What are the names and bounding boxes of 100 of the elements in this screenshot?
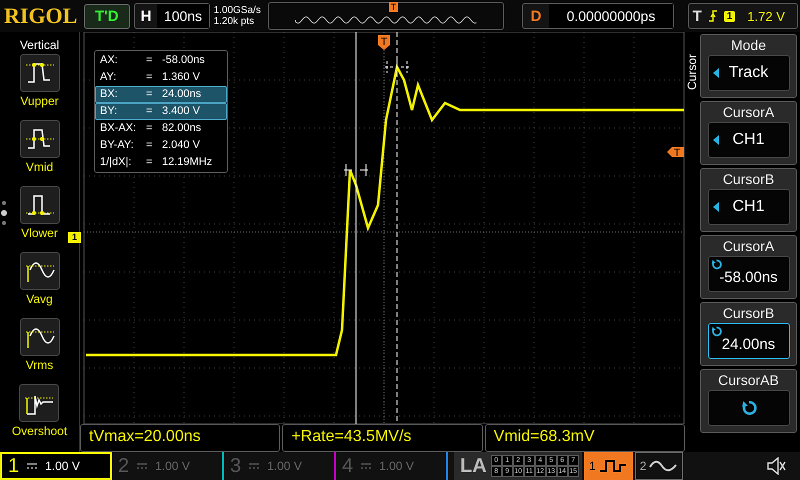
softkey-label: CursorB [722, 170, 774, 189]
rotate-icon [710, 326, 722, 337]
trigger-level-marker: T [667, 147, 684, 159]
source-tab[interactable]: 2 [634, 452, 684, 480]
timebase-value: 100ns [157, 4, 209, 28]
speaker-muted-icon[interactable] [766, 457, 786, 475]
softkey-panel[interactable]: CursorA CH1 [700, 101, 797, 165]
readout-equals: = [146, 121, 154, 136]
crosshair-icon [344, 164, 368, 176]
page-dots-icon [0, 200, 8, 226]
left-arrow-icon [712, 68, 718, 78]
readout-label: AX: [100, 53, 119, 68]
softkey-value-box[interactable]: 24.00ns [708, 323, 790, 359]
menu-title: Vertical [20, 38, 60, 52]
readout-equals: = [146, 53, 154, 68]
softkey-value-box[interactable] [708, 390, 790, 426]
channel-number: 3 [230, 454, 242, 478]
trigger-level: 1.72 V [747, 8, 785, 24]
measure-label: Overshoot [12, 424, 68, 438]
source-number: 1 [589, 459, 596, 473]
readout-value: 3.400 V [162, 104, 201, 119]
readout-value: 12.19MHz [162, 155, 214, 170]
softkey-value-box[interactable]: CH1 [708, 189, 790, 225]
channel-scale: 1.00 V [267, 459, 302, 473]
readout-value: 82.00ns [162, 121, 202, 136]
readout-label: BY: [100, 104, 118, 119]
rotate-icon [740, 400, 756, 416]
channel-scale: 1.00 V [379, 459, 414, 473]
readout-value: 1.360 V [162, 70, 201, 85]
rising-edge-icon [708, 9, 718, 23]
readout-value: 24.00ns [162, 87, 202, 102]
square-wave-icon [598, 457, 628, 475]
channel-scale: 1.00 V [155, 459, 190, 473]
timebase-box[interactable]: H 100ns [134, 3, 210, 29]
readout-label: 1/|dX|: [100, 155, 132, 170]
run-status[interactable]: T'D [84, 4, 130, 28]
softkey-value-box[interactable]: -58.00ns [708, 256, 790, 292]
readout-equals: = [146, 155, 154, 170]
channel-marker: 1 [68, 232, 82, 243]
measure-label: Vrms [26, 358, 54, 372]
la-label: LA [460, 454, 487, 478]
readout-equals: = [146, 138, 154, 153]
brand-logo: RIGOL [4, 3, 78, 29]
channel-scale: 1.00 V [45, 459, 80, 473]
readout-value: -58.00ns [162, 53, 206, 68]
softkey-panel[interactable]: CursorA -58.00ns [700, 235, 797, 299]
measure-icon[interactable] [20, 318, 60, 356]
dc-coupling-icon [249, 463, 260, 469]
left-arrow-icon [712, 135, 718, 145]
softkey-value-box[interactable]: CH1 [708, 122, 790, 158]
left-arrow-icon [712, 202, 718, 212]
measurement-value: Vmid=68.3mV [484, 424, 685, 452]
softkey-value: CH1 [732, 131, 764, 149]
trigger-box[interactable]: T 1 1.72 V [688, 3, 798, 29]
softkey-panel[interactable]: CursorAB [700, 369, 797, 433]
readout-label: BY-AY: [100, 138, 135, 153]
softkey-label: Mode [730, 36, 766, 55]
readout-label: BX-AX: [100, 121, 138, 136]
trigger-label: T [692, 8, 702, 24]
measure-label: Vupper [20, 94, 59, 108]
trigger-source: 1 [724, 10, 736, 22]
measure-icon[interactable] [20, 252, 60, 290]
readout-value: 2.040 V [162, 138, 201, 153]
dc-coupling-icon [361, 463, 372, 469]
sample-rate: 1.00GSa/s [214, 5, 262, 16]
measure-icon[interactable] [20, 54, 60, 92]
measure-icon[interactable] [20, 120, 60, 158]
readout-label: BX: [100, 87, 119, 102]
trigger-position-marker: T [388, 2, 398, 12]
delay-box[interactable]: D 0.00000000ps [522, 3, 674, 29]
delay-label: D [530, 8, 542, 24]
memory-depth: 1.20k pts [214, 16, 256, 27]
measurement-value: tVmax=20.00ns [80, 424, 280, 452]
softkey-panel[interactable]: CursorB CH1 [700, 168, 797, 232]
trigger-position-marker: T [378, 35, 390, 50]
readout-equals: = [146, 104, 154, 119]
measure-icon[interactable] [20, 186, 60, 224]
measure-icon[interactable] [19, 384, 60, 422]
dc-coupling-icon [137, 463, 148, 469]
channel-number: 4 [342, 454, 354, 478]
softkey-value-box[interactable]: Track [708, 55, 790, 91]
channel-number: 1 [8, 454, 20, 478]
rotate-icon [710, 259, 722, 270]
softkey-value: 24.00ns [722, 336, 776, 352]
channel-number: 2 [118, 454, 130, 478]
measure-label: Vavg [26, 292, 53, 306]
readout-equals: = [146, 70, 154, 85]
softkey-panel[interactable]: Mode Track [700, 34, 797, 98]
softkey-value: CH1 [732, 198, 764, 216]
softkey-label: CursorB [722, 304, 774, 323]
cursor-line[interactable] [396, 32, 398, 424]
source-tab[interactable]: 1 [584, 452, 633, 480]
menu-title: Cursor [685, 52, 700, 90]
channel-tab[interactable]: 1 1.00 V [0, 452, 112, 480]
dc-coupling-icon [27, 463, 38, 469]
softkey-panel[interactable]: CursorB 24.00ns [700, 302, 797, 366]
source-number: 2 [640, 459, 646, 473]
readout-equals: = [146, 87, 154, 102]
softkey-label: CursorAB [718, 371, 779, 390]
softkey-value: -58.00ns [719, 268, 778, 286]
